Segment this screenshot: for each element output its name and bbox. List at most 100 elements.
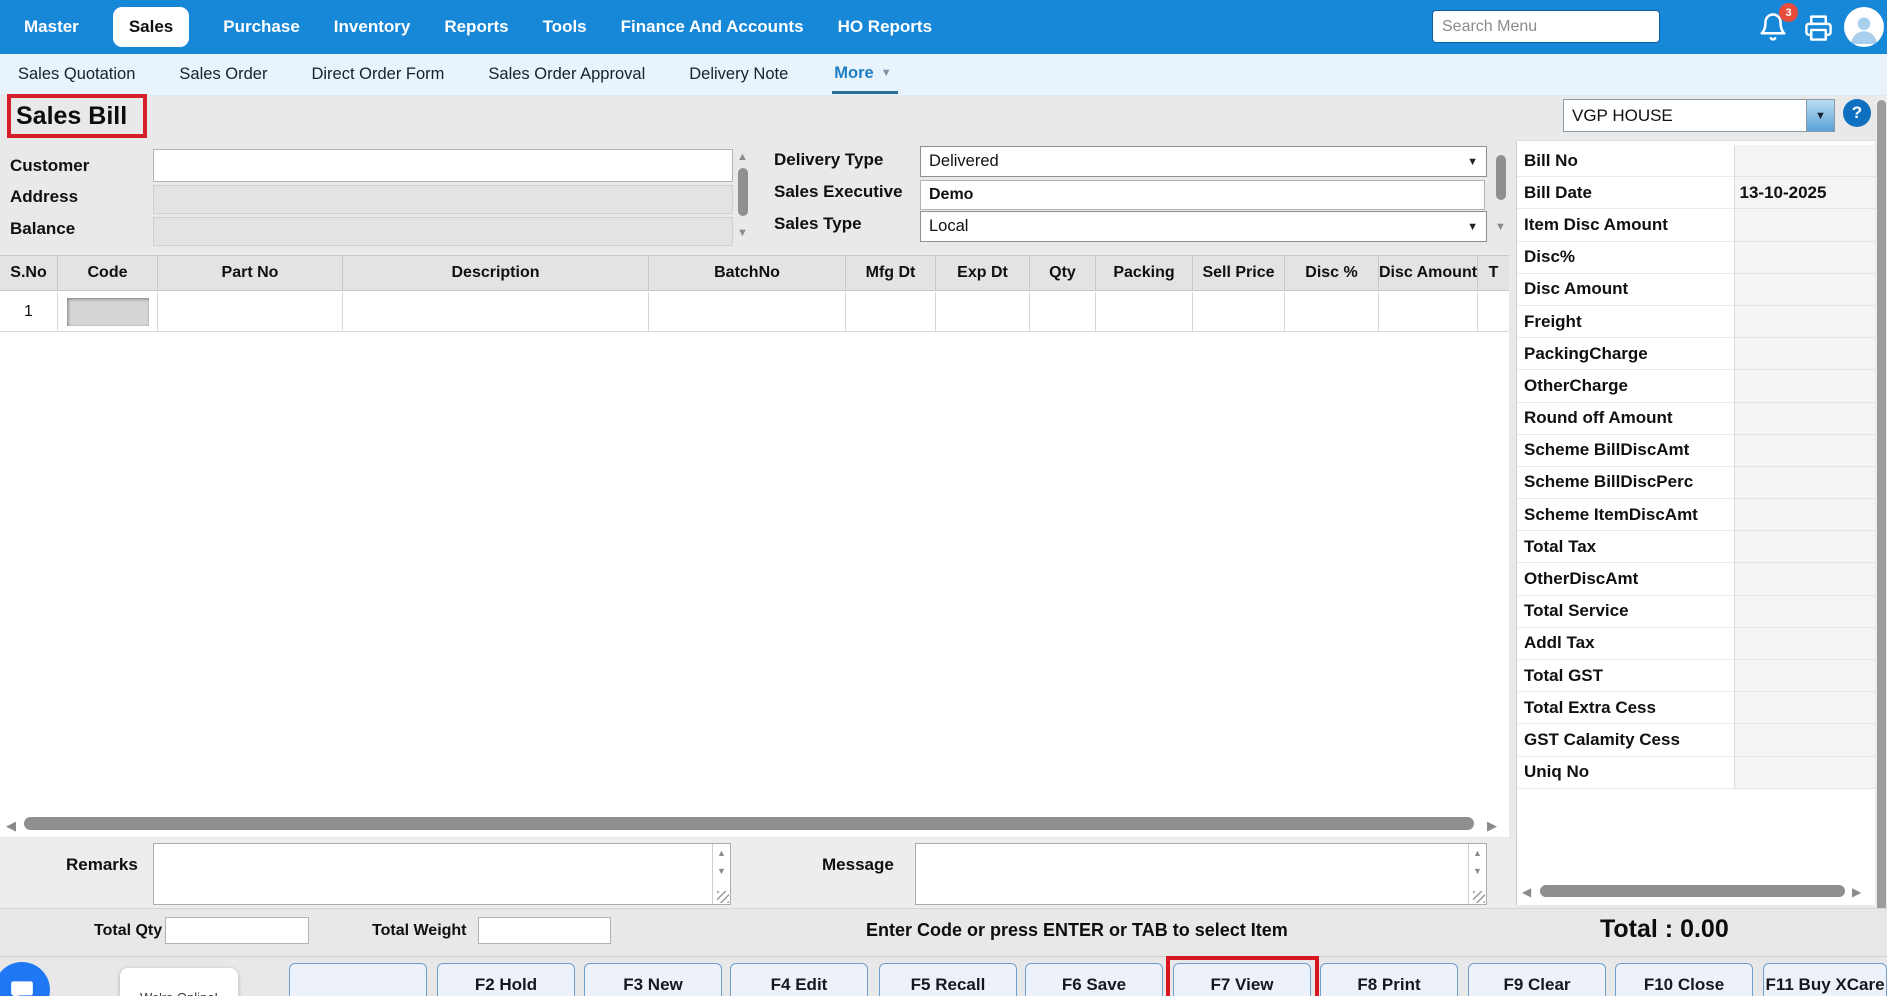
- message-textarea[interactable]: ▲ ▼: [915, 843, 1487, 905]
- summary-value[interactable]: [1733, 273, 1875, 306]
- f8-print-button[interactable]: F8 Print: [1320, 963, 1458, 996]
- sales-executive-input[interactable]: Demo: [920, 180, 1485, 210]
- f6-save-button[interactable]: F6 Save: [1025, 963, 1163, 996]
- scroll-up-icon[interactable]: ▲: [1473, 848, 1482, 859]
- panel-hscroll-left-icon[interactable]: ◀: [1522, 886, 1531, 899]
- form-scroll-down-icon[interactable]: ▼: [737, 228, 748, 239]
- delivery-type-select[interactable]: Delivered ▼: [920, 146, 1487, 177]
- hscroll-left-icon[interactable]: ◀: [6, 819, 16, 832]
- items-grid-body[interactable]: [0, 255, 1509, 837]
- cell-truncated[interactable]: [1478, 292, 1509, 332]
- form-scrollbar-thumb[interactable]: [738, 168, 748, 216]
- summary-value[interactable]: [1733, 531, 1875, 564]
- summary-value[interactable]: [1733, 466, 1875, 500]
- summary-value[interactable]: [1733, 692, 1875, 725]
- summary-value[interactable]: [1733, 627, 1875, 660]
- cell-packing[interactable]: [1096, 292, 1193, 332]
- cell-code[interactable]: [58, 292, 158, 332]
- page-vscroll-thumb[interactable]: [1877, 100, 1886, 978]
- subnav-more-menu[interactable]: More ▼: [832, 56, 898, 94]
- summary-value[interactable]: [1733, 338, 1875, 371]
- topnav-item-purchase[interactable]: Purchase: [223, 17, 300, 37]
- code-entry-cell[interactable]: [66, 297, 149, 326]
- summary-label: Scheme BillDiscAmt: [1517, 434, 1734, 467]
- subnav-sales-quotation[interactable]: Sales Quotation: [18, 65, 135, 84]
- summary-row-item-disc-amount: Item Disc Amount: [1517, 209, 1875, 242]
- total-qty-input[interactable]: [165, 917, 309, 944]
- topnav-item-ho-reports[interactable]: HO Reports: [838, 17, 932, 37]
- hscroll-thumb[interactable]: [24, 817, 1474, 830]
- f9-clear-button[interactable]: F9 Clear: [1468, 963, 1606, 996]
- summary-value[interactable]: [1733, 563, 1875, 596]
- f5-recall-button[interactable]: F5 Recall: [879, 963, 1017, 996]
- printer-icon[interactable]: [1804, 13, 1834, 43]
- hscroll-right-icon[interactable]: ▶: [1487, 819, 1497, 832]
- scroll-down-icon[interactable]: ▼: [717, 866, 726, 877]
- summary-value[interactable]: [1733, 370, 1875, 403]
- column-header-sell-price: Sell Price: [1193, 256, 1285, 290]
- cell-batchno[interactable]: [649, 292, 846, 332]
- topnav-item-inventory[interactable]: Inventory: [334, 17, 411, 37]
- sales-type-select[interactable]: Local ▼: [920, 211, 1487, 242]
- summary-value[interactable]: [1733, 724, 1875, 757]
- summary-value[interactable]: [1733, 660, 1875, 693]
- resize-grip-icon[interactable]: [1473, 891, 1485, 903]
- cell-description[interactable]: [343, 292, 649, 332]
- f11-buy-xcare-button[interactable]: F11 Buy XCare: [1763, 963, 1887, 996]
- topnav-item-sales[interactable]: Sales: [112, 7, 190, 47]
- cell-sell-price[interactable]: [1193, 292, 1285, 332]
- f7-view-button[interactable]: F7 View: [1173, 963, 1311, 996]
- cell-disc-percent[interactable]: [1285, 292, 1379, 332]
- summary-value[interactable]: [1733, 434, 1875, 467]
- company-selector-value: VGP HOUSE: [1572, 105, 1673, 125]
- f4-edit-button[interactable]: F4 Edit: [730, 963, 868, 996]
- scroll-down-icon[interactable]: ▼: [1473, 866, 1482, 877]
- summary-value[interactable]: 13-10-2025: [1733, 177, 1875, 210]
- summary-value[interactable]: [1733, 241, 1875, 274]
- subnav-sales-order-approval[interactable]: Sales Order Approval: [488, 65, 645, 84]
- cell-exp-dt[interactable]: [936, 292, 1030, 332]
- panel-hscroll-thumb[interactable]: [1540, 885, 1845, 897]
- resize-grip-icon[interactable]: [717, 891, 729, 903]
- summary-label: GST Calamity Cess: [1517, 724, 1734, 757]
- user-avatar[interactable]: [1844, 7, 1884, 47]
- remarks-textarea[interactable]: ▲ ▼: [153, 843, 731, 905]
- summary-value[interactable]: [1733, 499, 1875, 532]
- form-right-scroll-down-icon[interactable]: ▼: [1495, 222, 1506, 233]
- summary-value[interactable]: [1733, 402, 1875, 435]
- cell-qty[interactable]: [1030, 292, 1096, 332]
- panel-hscroll-right-icon[interactable]: ▶: [1852, 886, 1861, 899]
- total-weight-input[interactable]: [478, 917, 611, 944]
- topnav-item-tools[interactable]: Tools: [543, 17, 587, 37]
- cell-disc-amount[interactable]: [1379, 292, 1478, 332]
- summary-value[interactable]: [1733, 209, 1875, 242]
- summary-value[interactable]: [1733, 595, 1875, 628]
- summary-row-total-service: Total Service: [1517, 595, 1875, 628]
- form-right-scrollbar-thumb[interactable]: [1496, 155, 1506, 200]
- search-menu-input[interactable]: [1432, 10, 1660, 43]
- company-dropdown-button[interactable]: ▼: [1806, 100, 1834, 131]
- scroll-up-icon[interactable]: ▲: [717, 848, 726, 859]
- topnav-item-master[interactable]: Master: [24, 17, 79, 37]
- summary-value[interactable]: [1733, 756, 1875, 789]
- function-button-blank[interactable]: [289, 963, 427, 996]
- company-selector[interactable]: VGP HOUSE ▼: [1563, 99, 1835, 132]
- cell-mfg-dt[interactable]: [846, 292, 936, 332]
- summary-label: Uniq No: [1517, 756, 1734, 789]
- form-scroll-up-icon[interactable]: ▲: [737, 152, 748, 163]
- topnav-item-reports[interactable]: Reports: [444, 17, 508, 37]
- customer-input[interactable]: [153, 149, 733, 182]
- cell-part-no[interactable]: [158, 292, 343, 332]
- summary-value[interactable]: [1733, 145, 1875, 178]
- subnav-direct-order-form[interactable]: Direct Order Form: [311, 65, 444, 84]
- topnav-item-finance-and-accounts[interactable]: Finance And Accounts: [621, 17, 804, 37]
- message-scroll-column[interactable]: ▲ ▼: [1468, 844, 1486, 904]
- summary-value[interactable]: [1733, 305, 1875, 339]
- remarks-scroll-column[interactable]: ▲ ▼: [712, 844, 730, 904]
- subnav-delivery-note[interactable]: Delivery Note: [689, 65, 788, 84]
- subnav-sales-order[interactable]: Sales Order: [179, 65, 267, 84]
- f2-hold-button[interactable]: F2 Hold: [437, 963, 575, 996]
- f3-new-button[interactable]: F3 New: [584, 963, 722, 996]
- f10-close-button[interactable]: F10 Close: [1615, 963, 1753, 996]
- help-icon[interactable]: ?: [1843, 99, 1871, 127]
